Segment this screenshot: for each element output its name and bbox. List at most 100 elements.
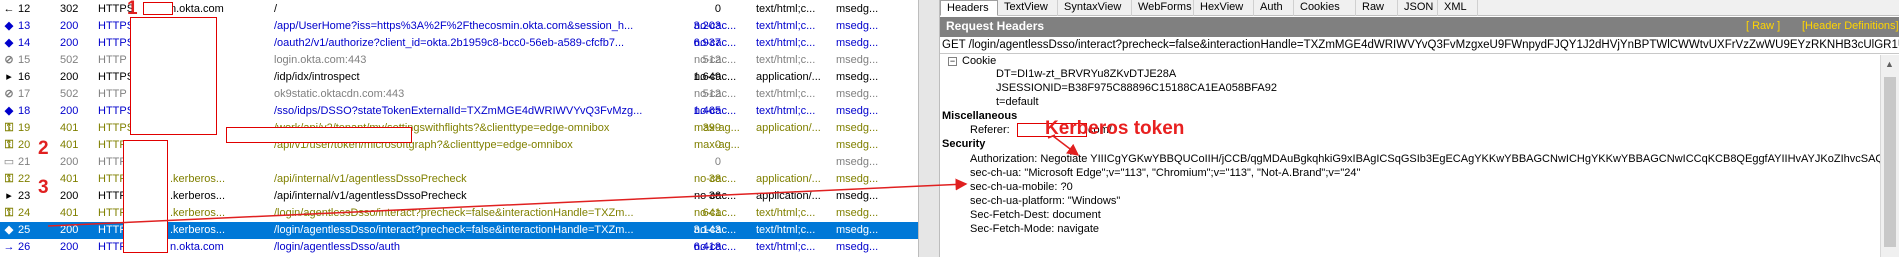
session-content-type: application/...: [756, 190, 821, 202]
redaction-box-url-row21: [226, 127, 412, 143]
session-result: 401: [60, 207, 79, 219]
session-process: msedg...: [836, 156, 879, 168]
session-caching: no-cac...: [694, 173, 737, 185]
session-process: msedg...: [836, 54, 879, 66]
session-url: /login/agentlessDsso/auth: [274, 241, 400, 253]
request-headers-bar: Request Headers [ Raw ] [Header Definiti…: [940, 17, 1899, 37]
sec-ch-ua-mobile-header: sec-ch-ua-mobile: ?0: [970, 181, 1073, 193]
json-icon: ▸: [6, 190, 12, 202]
redirect-arrow-icon: →: [3, 241, 15, 253]
session-number: 24: [18, 207, 31, 219]
session-url: /oauth2/v1/authorize?client_id=okta.2b19…: [274, 37, 625, 49]
misc-group-label[interactable]: Miscellaneous: [942, 110, 1017, 123]
session-number: 25: [18, 224, 31, 236]
header-definitions-link[interactable]: [Header Definitions]: [1802, 20, 1899, 32]
session-number: 14: [18, 37, 31, 49]
session-caching: no-cac...: [694, 105, 737, 117]
session-number: 18: [18, 105, 31, 117]
collapse-toggle-icon[interactable]: −: [948, 57, 957, 66]
tab-json[interactable]: JSON: [1398, 0, 1438, 16]
tab-auth[interactable]: Auth: [1254, 0, 1294, 16]
html-icon: ◆: [4, 20, 14, 32]
request-headers-title: Request Headers: [946, 19, 1045, 33]
session-caching: no-cac...: [694, 20, 737, 32]
scroll-thumb[interactable]: [1884, 77, 1896, 247]
html-icon: ◆: [4, 37, 14, 49]
session-result: 200: [60, 156, 79, 168]
headers-tree: − Cookie DT=DI1w-zt_BRVRYu8ZKvDTJE28A JS…: [940, 55, 1899, 257]
tab-hexview[interactable]: HexView: [1194, 0, 1254, 16]
vertical-scrollbar[interactable]: ▲: [1880, 55, 1899, 257]
tab-textview[interactable]: TextView: [998, 0, 1058, 16]
request-line: GET /login/agentlessDsso/interact?preche…: [940, 37, 1899, 54]
session-content-type: application/...: [756, 71, 821, 83]
session-host: n.okta.com: [170, 3, 224, 15]
session-host: .kerberos...: [170, 190, 226, 202]
redaction-box-hosts-13-21: [130, 17, 217, 135]
pane-splitter[interactable]: [918, 0, 940, 257]
session-result: 302: [60, 3, 79, 15]
session-caching: max-ag...: [694, 139, 740, 151]
session-url: /idp/idx/introspect: [274, 71, 360, 83]
blocked-icon: ⊘: [4, 88, 14, 100]
cookie-jsessionid: JSESSIONID=B38F975C88896C15188CA1EA058BF…: [996, 82, 1277, 94]
session-result: 200: [60, 190, 79, 202]
session-url: /api/internal/v1/agentlessDssoPrecheck: [274, 190, 467, 202]
redaction-box-host-row12: [143, 2, 173, 15]
session-result: 502: [60, 88, 79, 100]
document-icon: ▭: [3, 156, 15, 168]
annotation-number-1: 1: [127, 0, 138, 19]
session-caching: no-cac...: [694, 224, 737, 236]
session-caching: no-cac...: [694, 54, 737, 66]
session-url: login.okta.com:443: [274, 54, 367, 66]
session-number: 12: [18, 3, 31, 15]
session-url: /: [274, 3, 278, 15]
tab-webforms[interactable]: WebForms: [1132, 0, 1194, 16]
session-process: msedg...: [836, 173, 879, 185]
session-content-type: text/html;c...: [756, 241, 816, 253]
raw-link[interactable]: [ Raw ]: [1746, 20, 1780, 32]
tab-headers[interactable]: Headers: [940, 0, 998, 16]
session-url: /api/internal/v1/agentlessDssoPrecheck: [274, 173, 467, 185]
redaction-box-hosts-22-26: [123, 140, 168, 253]
security-group-label[interactable]: Security: [942, 138, 985, 151]
session-result: 401: [60, 139, 79, 151]
session-url: ok9static.oktacdn.com:443: [274, 88, 405, 100]
session-result: 200: [60, 71, 79, 83]
session-result: 200: [60, 105, 79, 117]
session-content-type: text/html;c...: [756, 207, 816, 219]
authorization-header: Authorization: Negotiate YIIICgYGKwYBBQU…: [970, 153, 1899, 165]
session-content-type: application/...: [756, 122, 821, 134]
scroll-up-icon[interactable]: ▲: [1885, 59, 1894, 69]
session-process: msedg...: [836, 71, 879, 83]
session-caching: max-ag...: [694, 122, 740, 134]
session-body-size: 0: [714, 156, 721, 168]
session-result: 401: [60, 122, 79, 134]
key-icon: ⚿: [4, 139, 14, 151]
tab-xml[interactable]: XML: [1438, 0, 1478, 16]
session-url: /app/UserHome?iss=https%3A%2F%2Fthecosmi…: [274, 20, 634, 32]
session-content-type: text/html;c...: [756, 54, 816, 66]
session-process: msedg...: [836, 241, 879, 253]
tab-raw[interactable]: Raw: [1356, 0, 1398, 16]
session-number: 15: [18, 54, 31, 66]
tab-syntaxview[interactable]: SyntaxView: [1058, 0, 1132, 16]
cookie-dt: DT=DI1w-zt_BRVRYu8ZKvDTJE28A: [996, 68, 1177, 80]
session-result: 200: [60, 37, 79, 49]
session-content-type: text/html;c...: [756, 105, 816, 117]
session-process: msedg...: [836, 224, 879, 236]
session-number: 16: [18, 71, 31, 83]
tab-cookies[interactable]: Cookies: [1294, 0, 1356, 16]
session-content-type: text/html;c...: [756, 37, 816, 49]
session-body-size: 0: [714, 3, 721, 15]
session-url: /login/agentlessDsso/interact?precheck=f…: [274, 224, 634, 236]
session-result: 200: [60, 224, 79, 236]
session-result: 200: [60, 241, 79, 253]
session-content-type: text/html;c...: [756, 20, 816, 32]
cookie-group-label[interactable]: Cookie: [962, 55, 996, 68]
referer-label: Referer:: [970, 124, 1010, 136]
session-content-type: text/html;c...: [756, 224, 816, 236]
session-number: 13: [18, 20, 31, 32]
session-caching: no-cac...: [694, 207, 737, 219]
session-content-type: text/html;c...: [756, 88, 816, 100]
